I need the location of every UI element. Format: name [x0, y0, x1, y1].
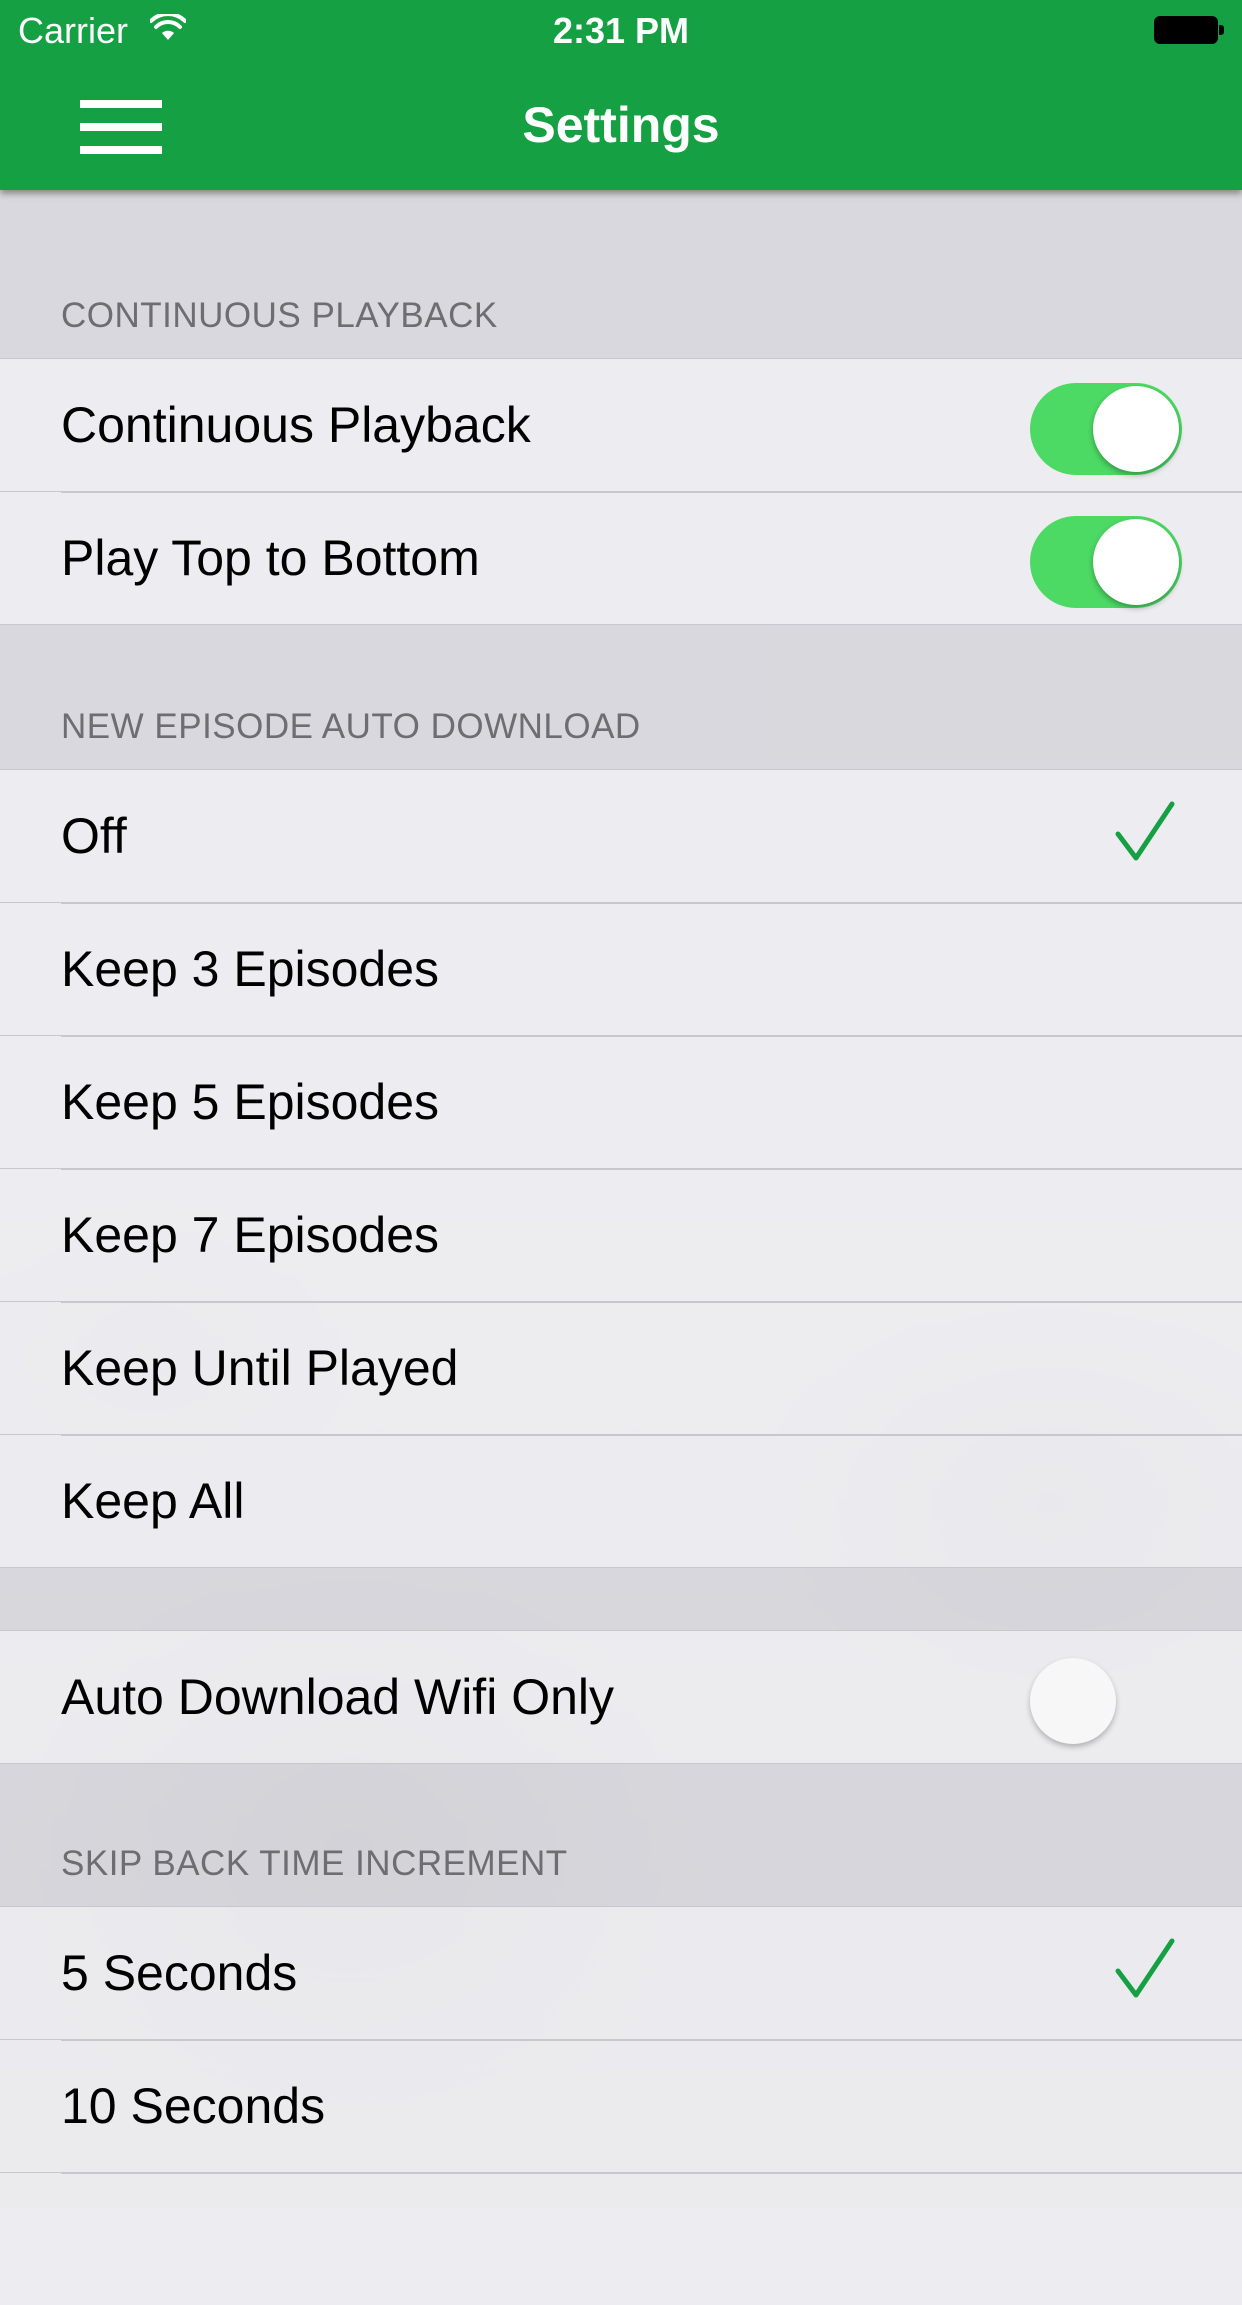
- status-bar: Carrier 2:31 PM: [0, 0, 1242, 62]
- row-continuous-playback: Continuous Playback: [0, 358, 1242, 491]
- navigation-bar: Carrier 2:31 PM Settings: [0, 0, 1242, 190]
- auto-download-wifi-only-toggle[interactable]: [1030, 1655, 1116, 1747]
- row-auto-download-wifi-only: Auto Download Wifi Only: [0, 1630, 1242, 1763]
- option-5-seconds[interactable]: 5 Seconds: [0, 1906, 1242, 2039]
- option-label: 10 Seconds: [61, 2078, 326, 2134]
- section-header-auto-download: NEW EPISODE AUTO DOWNLOAD: [0, 625, 1242, 769]
- section-header-continuous-playback: CONTINUOUS PLAYBACK: [0, 190, 1242, 358]
- option-label: Keep 5 Episodes: [61, 1074, 440, 1130]
- option-keep-until-played[interactable]: Keep Until Played: [0, 1301, 1242, 1434]
- section-label: NEW EPISODE AUTO DOWNLOAD: [61, 707, 641, 746]
- row-label: Continuous Playback: [61, 397, 531, 453]
- checkmark-icon: [1115, 1938, 1175, 1998]
- page-title: Settings: [522, 97, 720, 153]
- status-time: 2:31 PM: [552, 10, 690, 51]
- option-label: Keep 7 Episodes: [61, 1207, 440, 1263]
- checkmark-icon: [1115, 801, 1175, 861]
- option-keep-7-episodes[interactable]: Keep 7 Episodes: [0, 1168, 1242, 1301]
- option-label: Off: [61, 808, 127, 864]
- option-keep-3-episodes[interactable]: Keep 3 Episodes: [0, 902, 1242, 1035]
- option-label: Keep Until Played: [61, 1340, 459, 1396]
- option-label: Keep All: [61, 1473, 245, 1529]
- continuous-playback-toggle[interactable]: [1030, 383, 1182, 475]
- option-10-seconds[interactable]: 10 Seconds: [0, 2039, 1242, 2172]
- row-label: Auto Download Wifi Only: [61, 1669, 615, 1725]
- section-spacer: [0, 1568, 1242, 1630]
- play-top-to-bottom-toggle[interactable]: [1030, 516, 1182, 608]
- section-label: CONTINUOUS PLAYBACK: [61, 296, 498, 335]
- settings-list: CONTINUOUS PLAYBACK Continuous Playback …: [0, 190, 1242, 2305]
- option-off[interactable]: Off: [0, 769, 1242, 902]
- section-header-skip-back: SKIP BACK TIME INCREMENT: [0, 1764, 1242, 1906]
- row-play-top-to-bottom: Play Top to Bottom: [0, 491, 1242, 624]
- row-label: Play Top to Bottom: [61, 530, 480, 586]
- option-next-partial[interactable]: [0, 2172, 1242, 2305]
- option-keep-5-episodes[interactable]: Keep 5 Episodes: [0, 1035, 1242, 1168]
- section-label: SKIP BACK TIME INCREMENT: [61, 1844, 568, 1883]
- battery-icon: [1154, 16, 1224, 44]
- option-label: Keep 3 Episodes: [61, 941, 440, 997]
- option-label: 5 Seconds: [61, 1945, 298, 2001]
- option-keep-all[interactable]: Keep All: [0, 1434, 1242, 1567]
